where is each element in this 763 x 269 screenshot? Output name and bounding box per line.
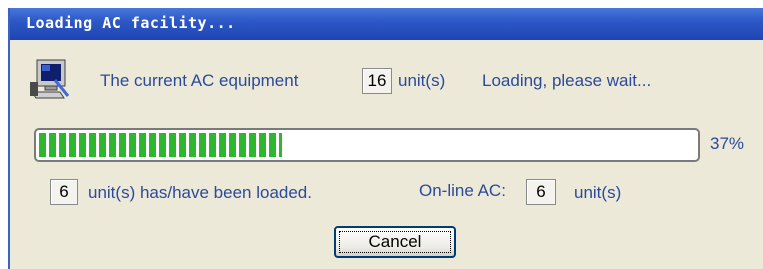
online-count-value: 6 xyxy=(526,179,556,205)
dialog-title: Loading AC facility... xyxy=(26,14,236,32)
cancel-button[interactable]: Cancel xyxy=(334,226,456,258)
equipment-unit-label: unit(s) xyxy=(398,71,446,90)
progress-percent-label: 37% xyxy=(710,134,745,153)
loading-message: Loading, please wait... xyxy=(482,71,652,90)
loading-progress-bar xyxy=(34,128,700,162)
title-bar: Loading AC facility... xyxy=(10,8,763,40)
loaded-count-value: 6 xyxy=(50,179,78,205)
cancel-button-label: Cancel xyxy=(339,231,451,253)
loading-dialog: Loading AC facility... The current AC eq… xyxy=(8,8,763,269)
computer-monitor-icon xyxy=(28,58,72,102)
equipment-count-value: 16 xyxy=(362,68,392,94)
progress-fill xyxy=(39,133,282,157)
loaded-label: unit(s) has/have been loaded. xyxy=(88,183,312,202)
equipment-prefix-label: The current AC equipment xyxy=(100,71,299,90)
online-ac-label: On-line AC: xyxy=(419,181,506,200)
online-unit-label: unit(s) xyxy=(574,183,622,202)
